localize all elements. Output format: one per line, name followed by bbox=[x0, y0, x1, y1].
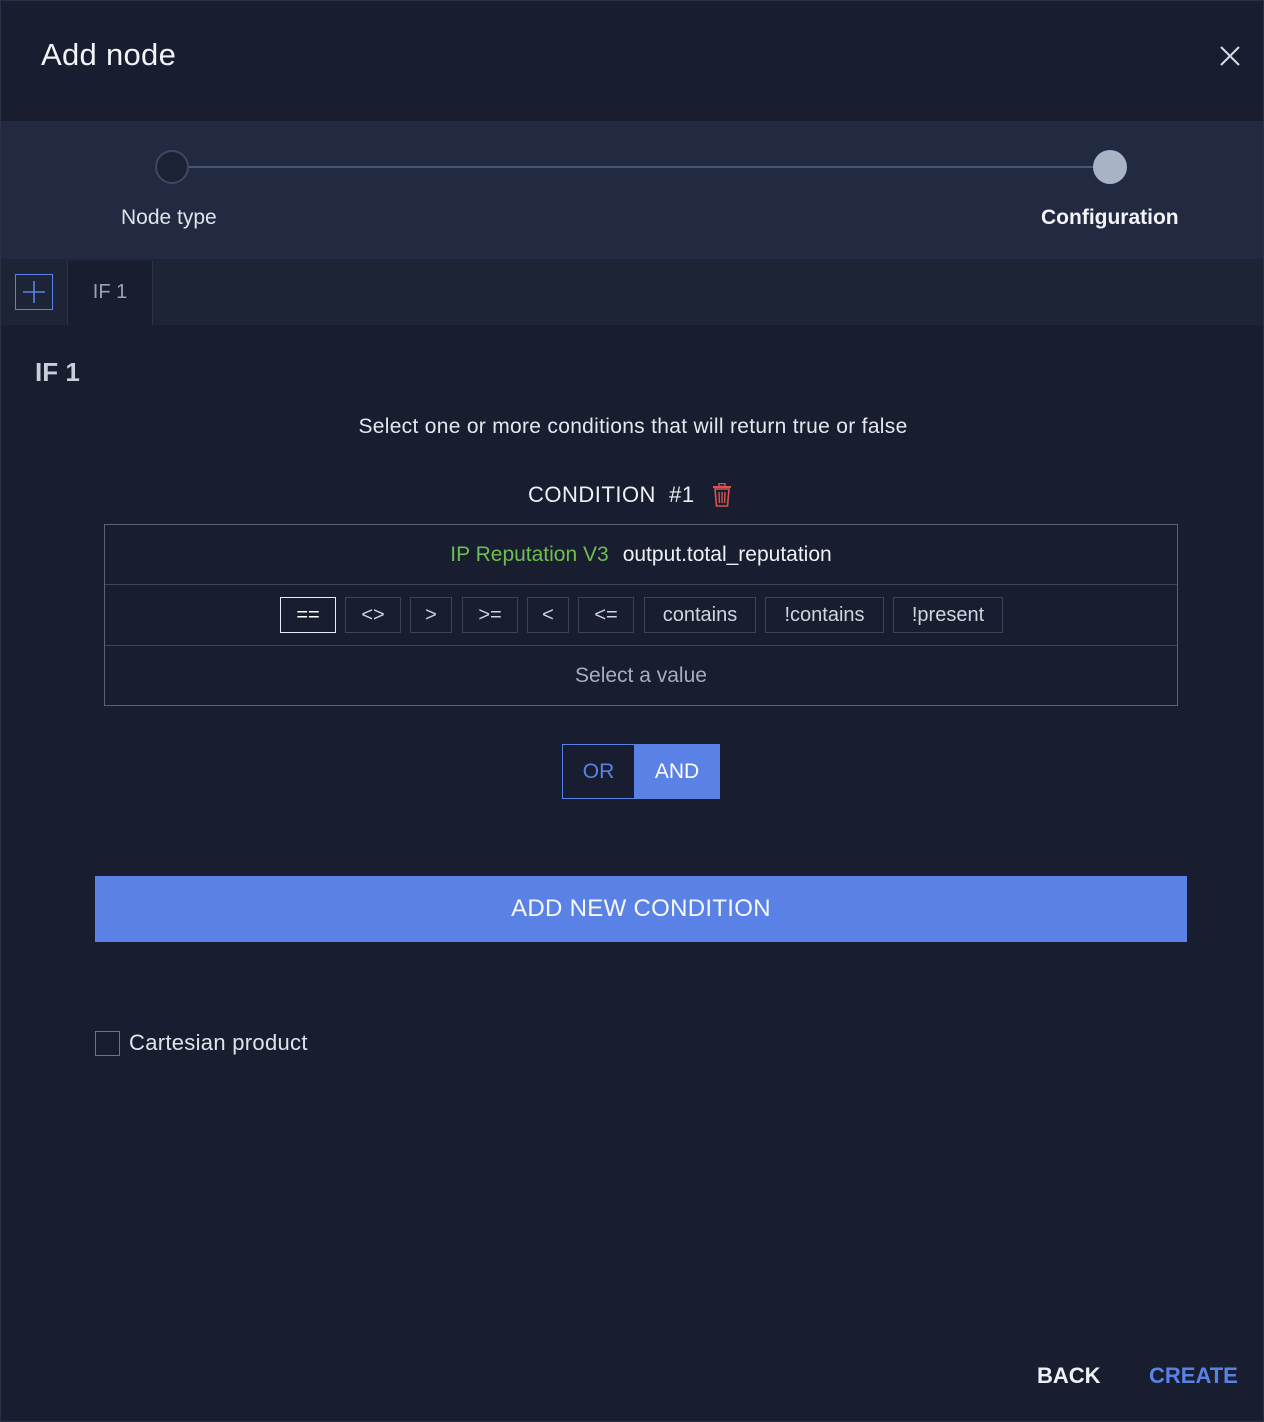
operator-lt-button[interactable]: < bbox=[527, 597, 569, 633]
cartesian-product-checkbox[interactable] bbox=[95, 1031, 120, 1056]
stepper bbox=[1, 121, 1263, 259]
trash-icon[interactable] bbox=[712, 482, 732, 507]
condition-label-text: CONDITION #1 bbox=[528, 482, 695, 507]
step-node-type-dot[interactable] bbox=[155, 150, 189, 184]
operator-not-contains-button[interactable]: !contains bbox=[765, 597, 884, 633]
tab-if-1[interactable]: IF 1 bbox=[67, 261, 153, 325]
tab-if-1-label: IF 1 bbox=[92, 281, 128, 303]
condition-field: output.total_reputation bbox=[622, 543, 832, 566]
operator-contains-button[interactable]: contains bbox=[644, 597, 756, 633]
operator-not-present-button[interactable]: !present bbox=[893, 597, 1003, 633]
stepper-line bbox=[187, 166, 1095, 168]
operator-neq-button[interactable]: <> bbox=[345, 597, 401, 633]
condition-box: IP Reputation V3 output.total_reputation … bbox=[104, 524, 1178, 706]
value-selector[interactable]: Select a value bbox=[105, 646, 1177, 705]
logic-toggle: OR AND bbox=[562, 744, 720, 799]
operator-lte-button[interactable]: <= bbox=[578, 597, 634, 633]
and-button[interactable]: AND bbox=[634, 745, 720, 798]
step-configuration-dot[interactable] bbox=[1093, 150, 1127, 184]
add-node-dialog: Add node Node type Configuration IF 1 IF… bbox=[0, 0, 1264, 1422]
operator-gt-button[interactable]: > bbox=[410, 597, 452, 633]
or-button[interactable]: OR bbox=[563, 745, 634, 798]
close-icon[interactable] bbox=[1213, 39, 1247, 73]
add-tab-button[interactable] bbox=[15, 274, 53, 310]
operator-row: == <> > >= < <= contains !contains !pres… bbox=[105, 585, 1177, 646]
condition-field-selector[interactable]: IP Reputation V3 output.total_reputation bbox=[105, 525, 1177, 585]
back-button[interactable]: BACK bbox=[1037, 1363, 1101, 1389]
condition-label: CONDITION #1 bbox=[528, 482, 695, 508]
tab-bar bbox=[1, 259, 1263, 325]
condition-source: IP Reputation V3 bbox=[450, 543, 609, 566]
section-title: IF 1 bbox=[35, 357, 80, 387]
operator-gte-button[interactable]: >= bbox=[462, 597, 518, 633]
dialog-title: Add node bbox=[41, 37, 177, 72]
step-node-type-label: Node type bbox=[121, 206, 217, 229]
step-configuration-label: Configuration bbox=[1041, 206, 1179, 229]
plus-icon bbox=[23, 281, 45, 303]
add-new-condition-button[interactable]: ADD NEW CONDITION bbox=[95, 876, 1187, 942]
create-button[interactable]: CREATE bbox=[1149, 1363, 1238, 1389]
instruction-text: Select one or more conditions that will … bbox=[358, 415, 908, 438]
dialog-header bbox=[1, 1, 1263, 121]
operator-eq-button[interactable]: == bbox=[280, 597, 336, 633]
cartesian-product-label[interactable]: Cartesian product bbox=[129, 1030, 308, 1056]
